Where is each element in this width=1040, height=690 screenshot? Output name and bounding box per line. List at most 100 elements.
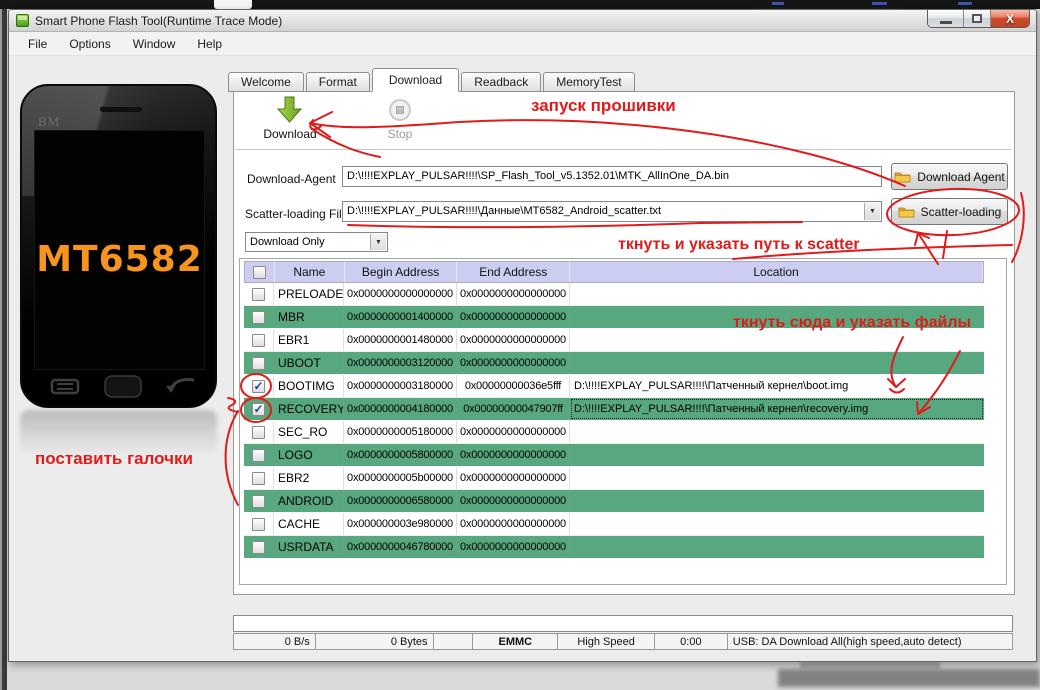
table-row[interactable]: EBR2 0x0000000005b00000 0x0000000000000000 <box>244 467 984 490</box>
cell-name[interactable]: EBR1 <box>274 329 344 351</box>
cell-begin-address[interactable]: 0x0000000000000000 <box>344 283 457 305</box>
table-row[interactable]: PRELOADER0x00000000000000000x00000000000… <box>244 283 984 306</box>
cell-name[interactable]: CACHE <box>274 513 344 535</box>
row-checkbox-cell[interactable] <box>244 513 274 535</box>
cell-name[interactable]: SEC_RO <box>274 421 344 443</box>
cell-location[interactable] <box>570 352 984 374</box>
cell-name[interactable]: MBR <box>274 306 344 328</box>
row-checkbox-cell[interactable] <box>244 444 274 466</box>
table-header-check[interactable] <box>245 262 275 282</box>
row-checkbox[interactable] <box>252 471 265 485</box>
table-header-end[interactable]: End Address <box>457 262 571 282</box>
cell-end-address[interactable]: 0x0000000000000000 <box>457 536 570 558</box>
cell-location[interactable]: D:\!!!!EXPLAY_PULSAR!!!!\Патченный керне… <box>570 398 984 420</box>
cell-end-address[interactable]: 0x0000000000000000 <box>457 513 570 535</box>
download-agent-input[interactable]: D:\!!!!EXPLAY_PULSAR!!!!\SP_Flash_Tool_v… <box>342 166 882 187</box>
menu-item-file[interactable]: File <box>17 34 58 54</box>
download-agent-button[interactable]: Download Agent <box>891 163 1008 190</box>
cell-location[interactable] <box>570 490 984 512</box>
mode-select[interactable]: Download Only ▼ <box>245 232 388 252</box>
cell-name[interactable]: LOGO <box>274 444 344 466</box>
cell-begin-address[interactable]: 0x000000003e980000 <box>344 513 457 535</box>
cell-location[interactable]: D:\!!!!EXPLAY_PULSAR!!!!\Патченный керне… <box>570 375 984 397</box>
table-row[interactable]: ✓ BOOTIMG 0x0000000003180000 0x00000000036e… <box>244 375 984 398</box>
table-header-location[interactable]: Location <box>570 262 983 282</box>
cell-begin-address[interactable]: 0x0000000001400000 <box>344 306 457 328</box>
table-row[interactable]: EBR1 0x0000000001480000 0x0000000000000000 <box>244 329 984 352</box>
cell-name[interactable]: RECOVERY <box>274 398 344 420</box>
tab-welcome[interactable]: Welcome <box>228 72 304 92</box>
cell-name[interactable]: ANDROID <box>274 490 344 512</box>
header-checkbox[interactable] <box>252 265 266 279</box>
table-row[interactable]: CACHE 0x000000003e980000 0x000000000000000… <box>244 513 984 536</box>
cell-location[interactable] <box>570 283 984 305</box>
cell-begin-address[interactable]: 0x0000000005b00000 <box>344 467 457 489</box>
cell-location[interactable] <box>570 329 984 351</box>
row-checkbox[interactable] <box>252 540 265 554</box>
cell-location[interactable] <box>570 444 984 466</box>
row-checkbox[interactable] <box>252 448 265 462</box>
download-arrow-icon[interactable] <box>276 96 304 124</box>
table-row[interactable]: SEC_RO 0x0000000005180000 0x00000000000000… <box>244 421 984 444</box>
table-header-name[interactable]: Name <box>275 262 345 282</box>
table-row[interactable]: ✓ RECOVERY 0x0000000004180000 0x00000000047… <box>244 398 984 421</box>
cell-name[interactable]: PRELOADER <box>274 283 344 305</box>
cell-begin-address[interactable]: 0x0000000005180000 <box>344 421 457 443</box>
row-checkbox-cell[interactable] <box>244 352 274 374</box>
row-checkbox[interactable] <box>252 425 265 439</box>
row-checkbox-cell[interactable]: ✓ <box>244 375 274 397</box>
tab-format[interactable]: Format <box>305 72 370 92</box>
cell-name[interactable]: EBR2 <box>274 467 344 489</box>
cell-begin-address[interactable]: 0x0000000003120000 <box>344 352 457 374</box>
cell-name[interactable]: BOOTIMG <box>274 375 344 397</box>
cell-begin-address[interactable]: 0x0000000006580000 <box>344 490 457 512</box>
cell-location[interactable] <box>570 421 984 443</box>
cell-begin-address[interactable]: 0x0000000005800000 <box>344 444 457 466</box>
close-button[interactable]: X <box>991 10 1029 27</box>
row-checkbox-cell[interactable] <box>244 283 274 305</box>
cell-end-address[interactable]: 0x00000000047907ff <box>457 398 570 420</box>
title-bar[interactable]: Smart Phone Flash Tool(Runtime Trace Mod… <box>9 10 1036 32</box>
row-checkbox[interactable] <box>252 517 265 531</box>
row-checkbox[interactable] <box>252 333 265 347</box>
tab-memorytest[interactable]: MemoryTest <box>543 72 635 92</box>
table-row[interactable]: USRDATA 0x0000000046780000 0x0000000000000… <box>244 536 984 559</box>
chevron-down-icon[interactable]: ▼ <box>370 234 386 250</box>
menu-item-help[interactable]: Help <box>186 34 233 54</box>
scatter-file-combobox[interactable]: D:\!!!!EXPLAY_PULSAR!!!!\Данные\MT6582_A… <box>342 201 882 222</box>
row-checkbox-cell[interactable] <box>244 421 274 443</box>
row-checkbox-cell[interactable] <box>244 329 274 351</box>
cell-end-address[interactable]: 0x00000000036e5fff <box>457 375 570 397</box>
cell-end-address[interactable]: 0x0000000000000000 <box>457 444 570 466</box>
scatter-loading-button[interactable]: Scatter-loading <box>891 198 1008 225</box>
row-checkbox[interactable] <box>252 494 265 508</box>
table-row[interactable]: UBOOT 0x0000000003120000 0x000000000000000… <box>244 352 984 375</box>
tab-download[interactable]: Download <box>371 68 460 92</box>
table-header-begin[interactable]: Begin Address <box>345 262 458 282</box>
table-row[interactable]: LOGO 0x0000000005800000 0x0000000000000000 <box>244 444 984 467</box>
cell-end-address[interactable]: 0x0000000000000000 <box>457 283 570 305</box>
row-checkbox-cell[interactable] <box>244 490 274 512</box>
row-checkbox-cell[interactable] <box>244 306 274 328</box>
cell-begin-address[interactable]: 0x0000000004180000 <box>344 398 457 420</box>
cell-end-address[interactable]: 0x0000000000000000 <box>457 306 570 328</box>
row-checkbox-cell[interactable] <box>244 467 274 489</box>
cell-end-address[interactable]: 0x0000000000000000 <box>457 352 570 374</box>
cell-end-address[interactable]: 0x0000000000000000 <box>457 490 570 512</box>
row-checkbox[interactable] <box>252 287 265 301</box>
row-checkbox-cell[interactable] <box>244 536 274 558</box>
row-checkbox[interactable] <box>252 356 265 370</box>
cell-location[interactable] <box>570 513 984 535</box>
download-button-label[interactable]: Download <box>250 127 330 141</box>
cell-begin-address[interactable]: 0x0000000046780000 <box>344 536 457 558</box>
menu-item-options[interactable]: Options <box>58 34 121 54</box>
row-checkbox-cell[interactable]: ✓ <box>244 398 274 420</box>
chevron-down-icon[interactable]: ▼ <box>864 203 880 220</box>
cell-begin-address[interactable]: 0x0000000001480000 <box>344 329 457 351</box>
cell-name[interactable]: UBOOT <box>274 352 344 374</box>
tab-readback[interactable]: Readback <box>461 72 542 92</box>
cell-name[interactable]: USRDATA <box>274 536 344 558</box>
cell-end-address[interactable]: 0x0000000000000000 <box>457 421 570 443</box>
row-checkbox[interactable]: ✓ <box>252 379 265 393</box>
minimize-button[interactable] <box>928 10 964 27</box>
